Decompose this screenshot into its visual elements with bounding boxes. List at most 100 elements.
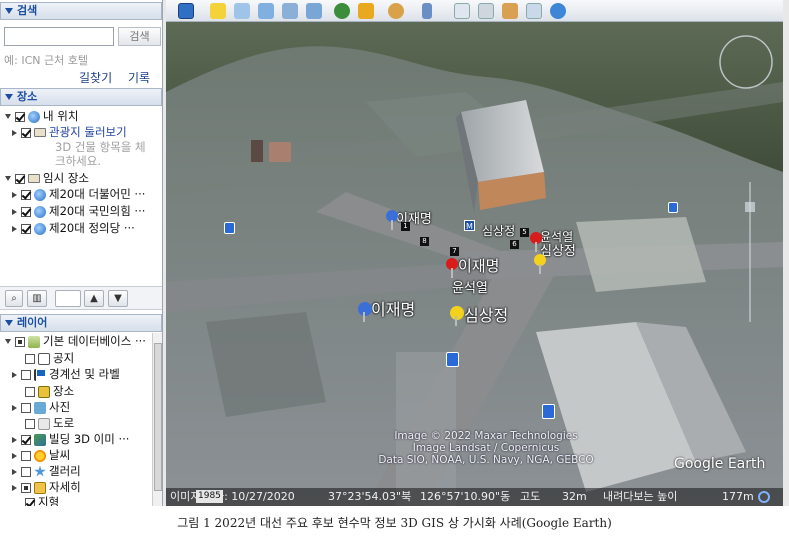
expand-arrow-icon[interactable] bbox=[12, 484, 17, 491]
badge-7: 7 bbox=[450, 247, 459, 256]
layers-panel-header[interactable]: 레이어 bbox=[0, 314, 162, 332]
checkbox[interactable] bbox=[25, 497, 35, 506]
checkbox[interactable] bbox=[21, 402, 31, 413]
checkbox[interactable] bbox=[21, 482, 31, 493]
bus-stop-icon[interactable] bbox=[668, 202, 678, 213]
save-image-icon[interactable] bbox=[526, 3, 542, 19]
expand-arrow-icon[interactable] bbox=[5, 339, 11, 344]
3d-map-view[interactable]: 이재명 심상정 윤석열 심상정 이재명 윤석열 이재명 심상정 1 8 7 5 … bbox=[166, 22, 783, 506]
expand-arrow-icon[interactable] bbox=[12, 468, 17, 475]
place-item-my-location[interactable]: 내 위치 bbox=[5, 108, 78, 124]
place-item-ppp[interactable]: 제20대 국민의힘 ··· bbox=[12, 203, 145, 219]
layer-item-borders[interactable]: 경계선 및 라벨 bbox=[12, 366, 120, 382]
checkbox[interactable] bbox=[15, 173, 25, 184]
checkbox[interactable] bbox=[15, 111, 25, 122]
checkbox[interactable] bbox=[21, 450, 31, 461]
checkbox[interactable] bbox=[15, 336, 25, 347]
pin-blue-icon[interactable] bbox=[358, 302, 372, 322]
checkbox[interactable] bbox=[21, 189, 31, 200]
layer-item-notice[interactable]: 공지 bbox=[25, 350, 74, 366]
directions-link[interactable]: 길찾기 bbox=[79, 69, 112, 86]
print-icon[interactable] bbox=[478, 3, 494, 19]
label-lee-big[interactable]: 이재명 bbox=[371, 296, 415, 320]
places-panel-header[interactable]: 장소 bbox=[0, 88, 162, 106]
search-places-button[interactable]: ⌕ bbox=[5, 290, 23, 307]
place-item-dem[interactable]: 제20대 더불어민 ··· bbox=[12, 186, 145, 202]
expand-arrow-icon[interactable] bbox=[12, 191, 17, 198]
pin-yellow-icon[interactable] bbox=[534, 254, 546, 274]
move-up-button[interactable]: ▲ bbox=[84, 290, 104, 307]
place-item-sightseeing[interactable]: 관광지 둘러보기 bbox=[12, 124, 127, 140]
checkbox[interactable] bbox=[25, 418, 35, 429]
image-overlay-icon[interactable] bbox=[282, 3, 298, 19]
checkbox[interactable] bbox=[21, 223, 31, 234]
layer-item-primary-db[interactable]: 기본 데이터베이스 ··· bbox=[5, 333, 146, 349]
layer-item-3d-buildings[interactable]: 빌딩 3D 이미 ··· bbox=[12, 431, 129, 447]
search-panel-header[interactable]: 검색 bbox=[0, 2, 162, 20]
expand-arrow-icon[interactable] bbox=[5, 176, 11, 181]
expand-arrow-icon[interactable] bbox=[12, 436, 17, 443]
bus-stop-icon[interactable] bbox=[446, 352, 459, 367]
pin-red-icon[interactable] bbox=[530, 232, 542, 252]
label-lee-mid[interactable]: 이재명 bbox=[458, 255, 499, 276]
historical-imagery-icon[interactable] bbox=[334, 3, 350, 19]
badge-5: 5 bbox=[520, 228, 529, 237]
place-item-justice[interactable]: 제20대 정의당 ··· bbox=[12, 220, 135, 236]
label-yoon-mid[interactable]: 윤석열 bbox=[452, 277, 488, 296]
search-input[interactable] bbox=[4, 27, 114, 46]
checkbox[interactable] bbox=[25, 353, 35, 364]
maps-icon[interactable] bbox=[502, 3, 518, 19]
expand-arrow-icon[interactable] bbox=[12, 371, 17, 378]
planets-icon[interactable] bbox=[388, 3, 404, 19]
label-sim-top[interactable]: 심상정 bbox=[482, 222, 515, 239]
layer-item-photos[interactable]: 사진 bbox=[12, 399, 70, 415]
toggle-panel-button[interactable]: ▥ bbox=[27, 290, 47, 307]
layer-item-more[interactable]: 자세히 bbox=[12, 479, 81, 495]
ruler-icon[interactable] bbox=[422, 3, 432, 19]
layer-item-places[interactable]: 장소 bbox=[25, 383, 74, 399]
view-in-maps-icon[interactable] bbox=[550, 3, 566, 19]
checkbox[interactable] bbox=[21, 466, 31, 477]
history-link[interactable]: 기록 bbox=[128, 69, 150, 86]
expand-arrow-icon[interactable] bbox=[12, 225, 17, 232]
bus-stop-icon[interactable] bbox=[224, 222, 235, 234]
place-item-temporary[interactable]: 임시 장소 bbox=[5, 170, 89, 186]
sunlight-icon[interactable] bbox=[358, 3, 374, 19]
scrollbar-thumb[interactable] bbox=[154, 343, 162, 491]
record-tour-icon[interactable] bbox=[306, 3, 322, 19]
placemark-icon[interactable] bbox=[210, 3, 226, 19]
layer-item-roads[interactable]: 도로 bbox=[25, 415, 74, 431]
layer-item-weather[interactable]: 날씨 bbox=[12, 447, 70, 463]
kml-globe-icon bbox=[34, 222, 46, 235]
checkbox[interactable] bbox=[21, 127, 31, 138]
pin-yellow-icon[interactable] bbox=[450, 306, 464, 326]
expand-arrow-icon[interactable] bbox=[12, 208, 17, 215]
checkbox[interactable] bbox=[21, 206, 31, 217]
layer-item-gallery[interactable]: 갤러리 bbox=[12, 463, 81, 479]
pin-blue-icon[interactable] bbox=[386, 210, 398, 230]
expand-arrow-icon[interactable] bbox=[12, 129, 17, 136]
layers-scrollbar[interactable] bbox=[152, 333, 162, 506]
path-icon[interactable] bbox=[258, 3, 274, 19]
polygon-icon[interactable] bbox=[234, 3, 250, 19]
label-sim-mid[interactable]: 심상정 bbox=[540, 240, 576, 259]
checkbox[interactable] bbox=[25, 386, 35, 397]
email-icon[interactable] bbox=[454, 3, 470, 19]
checkbox[interactable] bbox=[21, 434, 31, 445]
eye-altitude: 177m bbox=[722, 490, 754, 503]
bus-stop-icon[interactable] bbox=[542, 404, 555, 419]
historical-year-badge[interactable]: 1985 bbox=[196, 490, 223, 503]
label-sim-big[interactable]: 심상정 bbox=[464, 302, 508, 326]
attribution: Image © 2022 Maxar Technologies Image La… bbox=[356, 430, 616, 466]
search-button[interactable]: 검색 bbox=[118, 27, 161, 46]
expand-arrow-icon[interactable] bbox=[5, 114, 11, 119]
layer-item-terrain[interactable]: 지형 bbox=[25, 494, 59, 506]
pin-red-icon[interactable] bbox=[446, 258, 458, 278]
places-filter-input[interactable] bbox=[55, 290, 81, 307]
collapse-triangle-icon bbox=[5, 94, 13, 100]
move-down-button[interactable]: ▼ bbox=[108, 290, 128, 307]
checkbox[interactable] bbox=[21, 369, 31, 380]
sidebar-toggle-icon[interactable] bbox=[178, 3, 194, 19]
expand-arrow-icon[interactable] bbox=[12, 404, 17, 411]
expand-arrow-icon[interactable] bbox=[12, 452, 17, 459]
